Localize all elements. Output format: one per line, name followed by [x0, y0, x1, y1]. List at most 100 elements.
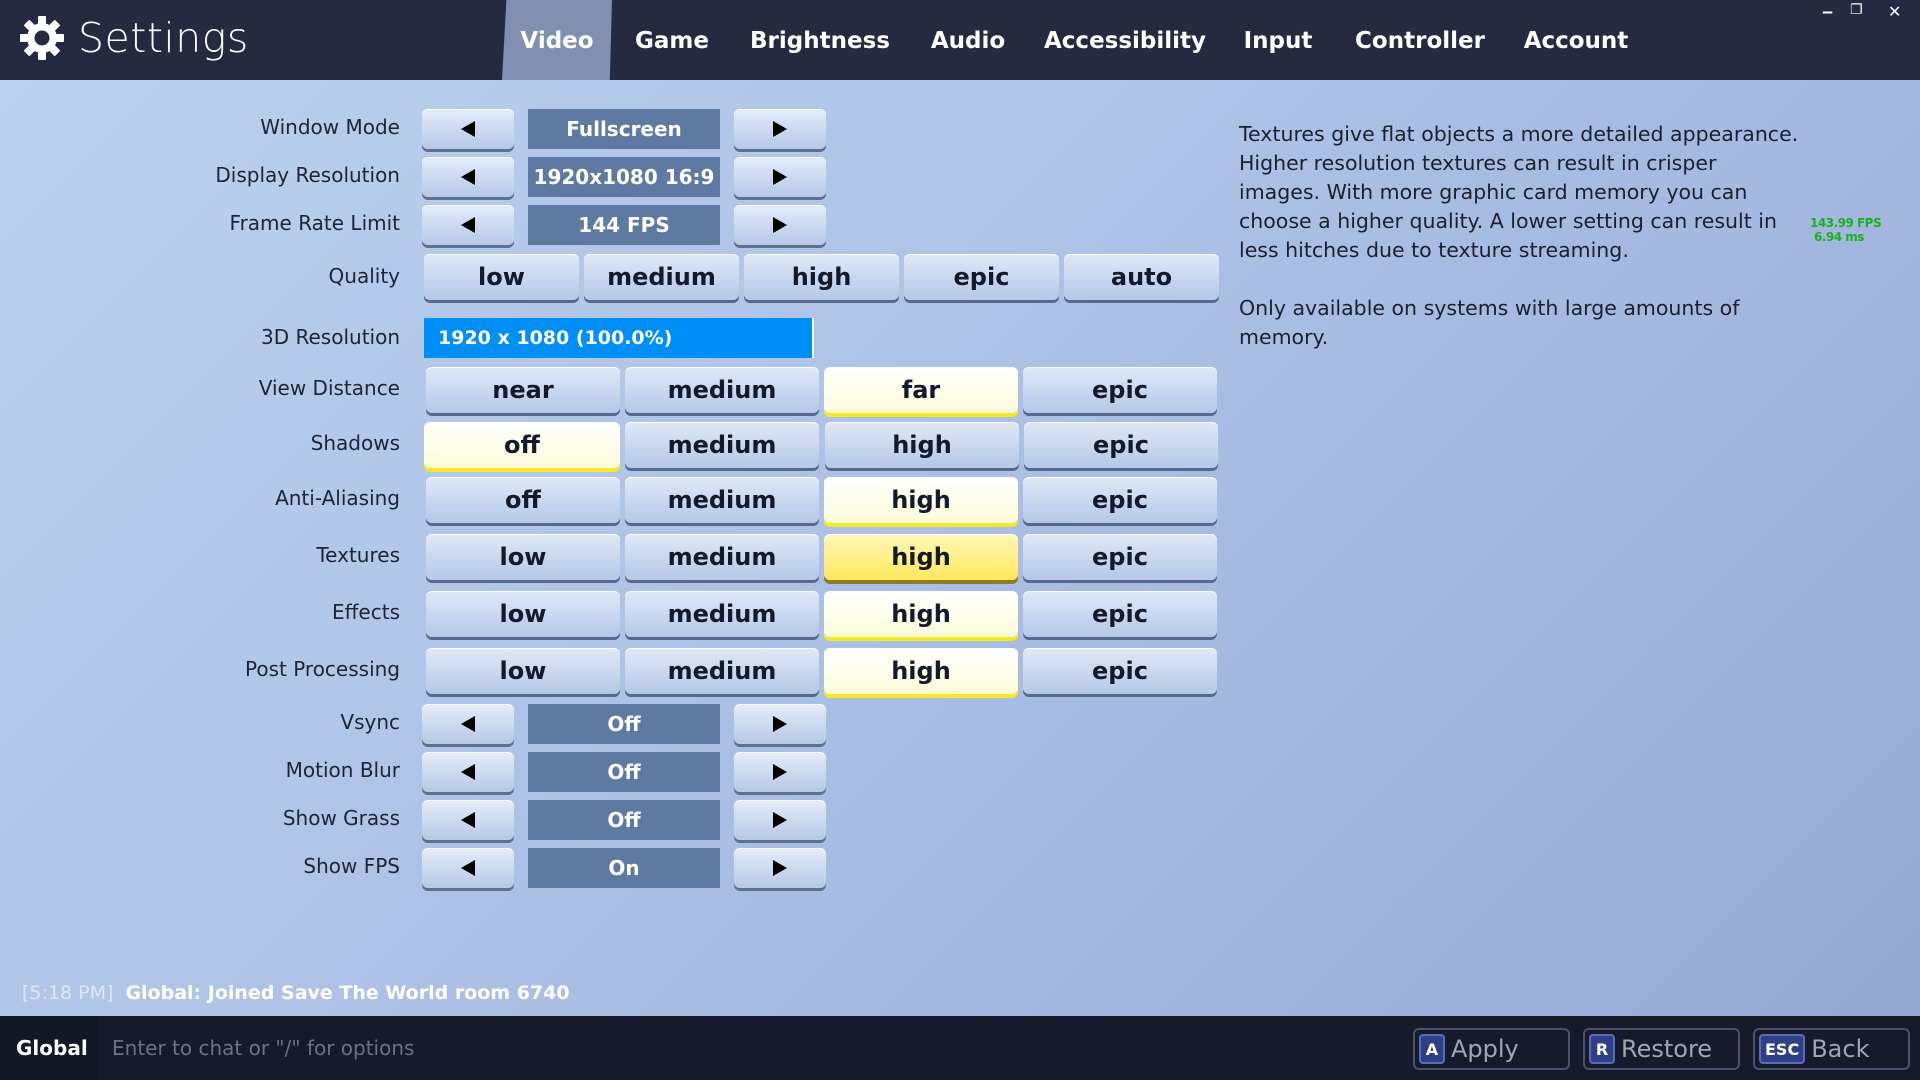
next-button[interactable]: [734, 109, 826, 149]
setting-display-resolution: Display Resolution 1920x1080 16:9: [0, 157, 1230, 197]
fps-counter: 143.99 FPS 6.94 ms: [1810, 216, 1882, 244]
view-distance-option-medium[interactable]: medium: [625, 367, 819, 413]
gear-icon: [20, 16, 64, 60]
arrow-left-icon: [461, 716, 475, 732]
anti-aliasing-option-off[interactable]: off: [426, 477, 620, 523]
next-button[interactable]: [734, 752, 826, 792]
tab-audio[interactable]: Audio: [922, 0, 1014, 80]
shadows-option-epic[interactable]: epic: [1024, 422, 1218, 468]
chat-message: [5:18 PM] Global: Joined Save The World …: [22, 982, 570, 1004]
textures-option-epic[interactable]: epic: [1023, 534, 1217, 580]
arrow-left-icon: [461, 812, 475, 828]
tab-account[interactable]: Account: [1522, 0, 1630, 80]
previous-button[interactable]: [422, 157, 514, 197]
post-processing-option-medium[interactable]: medium: [625, 648, 819, 694]
shadows-option-off[interactable]: off: [424, 422, 620, 468]
previous-button[interactable]: [422, 800, 514, 840]
previous-button[interactable]: [422, 848, 514, 888]
anti-aliasing-option-epic[interactable]: epic: [1023, 477, 1217, 523]
setting-description: Textures give flat objects a more detail…: [1239, 120, 1799, 352]
setting-value: 144 FPS: [528, 205, 720, 245]
post-processing-option-high[interactable]: high: [824, 648, 1018, 694]
setting-quality: Quality low medium high epic auto: [0, 254, 1230, 300]
next-button[interactable]: [734, 157, 826, 197]
setting-show-grass: Show Grass Off: [0, 800, 1230, 840]
textures-option-medium[interactable]: medium: [625, 534, 819, 580]
restore-button[interactable]: R Restore: [1583, 1028, 1740, 1070]
next-button[interactable]: [734, 848, 826, 888]
shadows-option-high[interactable]: high: [825, 422, 1019, 468]
arrow-right-icon: [773, 121, 787, 137]
arrow-left-icon: [461, 217, 475, 233]
tab-input[interactable]: Input: [1236, 0, 1320, 80]
textures-option-low[interactable]: low: [426, 534, 620, 580]
page-title: Settings: [78, 14, 249, 62]
effects-option-medium[interactable]: medium: [625, 591, 819, 637]
next-button[interactable]: [734, 704, 826, 744]
view-distance-option-epic[interactable]: epic: [1023, 367, 1217, 413]
post-processing-option-low[interactable]: low: [426, 648, 620, 694]
restore-label: Restore: [1621, 1035, 1713, 1063]
setting-label: Post Processing: [245, 657, 400, 681]
minimize-button[interactable]: ‒: [1822, 2, 1833, 21]
setting-value: Off: [528, 800, 720, 840]
quality-option-low[interactable]: low: [424, 254, 579, 300]
tab-game[interactable]: Game: [624, 0, 720, 80]
view-distance-option-far[interactable]: far: [824, 367, 1018, 413]
setting-3d-resolution: 3D Resolution 1920 x 1080 (100.0%): [0, 318, 1230, 358]
quality-option-epic[interactable]: epic: [904, 254, 1059, 300]
tab-video[interactable]: Video: [502, 0, 612, 80]
previous-button[interactable]: [422, 704, 514, 744]
setting-vsync: Vsync Off: [0, 704, 1230, 744]
restore-button[interactable]: ❐: [1850, 2, 1863, 18]
effects-option-high[interactable]: high: [824, 591, 1018, 637]
close-button[interactable]: ✕: [1888, 2, 1901, 21]
setting-label: Textures: [316, 543, 400, 567]
fps-value: 143.99 FPS: [1810, 216, 1882, 230]
textures-option-high[interactable]: high: [824, 534, 1018, 580]
previous-button[interactable]: [422, 205, 514, 245]
arrow-right-icon: [773, 812, 787, 828]
setting-label: Show FPS: [303, 854, 400, 878]
setting-window-mode: Window Mode Fullscreen: [0, 109, 1230, 149]
setting-value: Off: [528, 704, 720, 744]
quality-option-high[interactable]: high: [744, 254, 899, 300]
arrow-right-icon: [773, 764, 787, 780]
effects-option-epic[interactable]: epic: [1023, 591, 1217, 637]
previous-button[interactable]: [422, 752, 514, 792]
setting-value: 1920 x 1080 (100.0%): [438, 327, 673, 349]
chat-channel[interactable]: Global: [0, 1016, 98, 1080]
anti-aliasing-option-high[interactable]: high: [824, 477, 1018, 523]
back-label: Back: [1811, 1035, 1870, 1063]
tab-controller[interactable]: Controller: [1352, 0, 1488, 80]
frame-time-value: 6.94 ms: [1814, 230, 1864, 244]
quality-option-auto[interactable]: auto: [1064, 254, 1219, 300]
slider-handle[interactable]: [812, 318, 814, 358]
shadows-option-medium[interactable]: medium: [625, 422, 819, 468]
setting-motion-blur: Motion Blur Off: [0, 752, 1230, 792]
back-button[interactable]: ESC Back: [1753, 1028, 1910, 1070]
chat-input[interactable]: [98, 1016, 1398, 1080]
description-paragraph: Textures give flat objects a more detail…: [1239, 122, 1799, 262]
tab-accessibility[interactable]: Accessibility: [1044, 0, 1206, 80]
view-distance-option-near[interactable]: near: [426, 367, 620, 413]
quality-option-medium[interactable]: medium: [584, 254, 739, 300]
next-button[interactable]: [734, 800, 826, 840]
next-button[interactable]: [734, 205, 826, 245]
tab-brightness[interactable]: Brightness: [748, 0, 892, 80]
setting-value: Off: [528, 752, 720, 792]
anti-aliasing-option-medium[interactable]: medium: [625, 477, 819, 523]
apply-button[interactable]: A Apply: [1413, 1028, 1570, 1070]
chat-message-text: Global: Joined Save The World room 6740: [125, 982, 570, 1004]
3d-resolution-slider[interactable]: 1920 x 1080 (100.0%): [424, 318, 814, 358]
effects-option-low[interactable]: low: [426, 591, 620, 637]
setting-post-processing: Post Processing low medium high epic: [0, 648, 1230, 694]
setting-label: View Distance: [258, 376, 400, 400]
key-a-icon: A: [1419, 1034, 1445, 1064]
setting-show-fps: Show FPS On: [0, 848, 1230, 888]
setting-value: Fullscreen: [528, 109, 720, 149]
previous-button[interactable]: [422, 109, 514, 149]
brand: Settings: [18, 14, 249, 62]
key-r-icon: R: [1589, 1034, 1615, 1064]
post-processing-option-epic[interactable]: epic: [1023, 648, 1217, 694]
